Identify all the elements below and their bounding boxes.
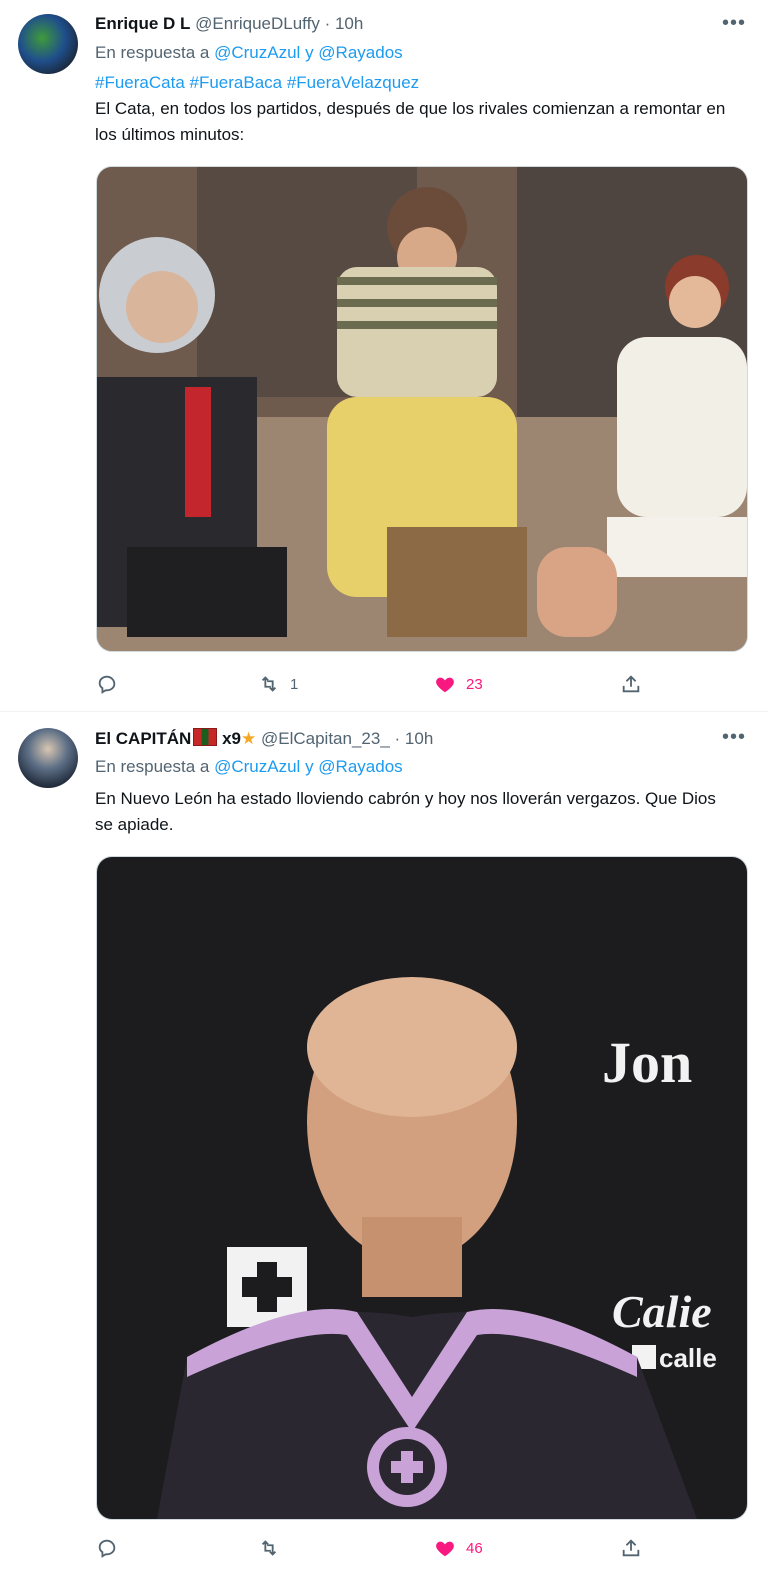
tweet-body: El Cata, en todos los partidos, después …	[95, 99, 726, 144]
reply-button[interactable]	[96, 670, 128, 698]
press-photo: Jon Calie calle	[97, 857, 747, 1519]
like-count: 46	[466, 1539, 483, 1557]
reply-prefix: En respuesta a	[95, 43, 210, 62]
tweet-body: En Nuevo León ha estado lloviendo cabrón…	[95, 789, 716, 834]
separator-dot: ·	[394, 729, 401, 748]
retweet-count: 1	[290, 675, 299, 693]
tweet-image[interactable]: Jon Calie calle	[96, 856, 748, 1520]
author-handle[interactable]: @ElCapitan_23_	[261, 729, 390, 748]
hashtag-links[interactable]: #FueraCata #FueraBaca #FueraVelazquez	[95, 70, 735, 96]
author-handle[interactable]: @EnriqueDLuffy	[195, 14, 320, 33]
tweet-1[interactable]: Enrique D L @EnriqueDLuffy · 10h ••• En …	[0, 0, 768, 712]
heart-icon	[436, 1541, 454, 1557]
sponsor-logo: calle	[659, 1343, 717, 1373]
retweet-icon	[261, 676, 277, 692]
like-count: 23	[466, 675, 483, 693]
avatar[interactable]	[18, 728, 78, 788]
reply-button[interactable]	[96, 1534, 128, 1562]
timestamp[interactable]: 10h	[335, 14, 363, 33]
tweet-text: #FueraCata #FueraBaca #FueraVelazquez El…	[95, 70, 735, 148]
avatar[interactable]	[18, 14, 78, 74]
tweet-actions: 46	[96, 1534, 656, 1562]
reply-context: En respuesta a @CruzAzul y @Rayados	[95, 43, 403, 63]
retweet-button[interactable]: 1	[258, 670, 298, 698]
mention-link[interactable]: @CruzAzul	[214, 757, 300, 776]
retweet-button[interactable]	[258, 1534, 290, 1562]
reply-icon	[98, 1539, 116, 1558]
mention-link[interactable]: @CruzAzul	[214, 43, 300, 62]
reply-prefix: En respuesta a	[95, 757, 210, 776]
like-button[interactable]: 46	[434, 1534, 483, 1562]
author-suffix: x9	[222, 729, 241, 748]
reply-joiner: y	[305, 757, 314, 776]
like-button[interactable]: 23	[434, 670, 483, 698]
tweet-2[interactable]: El CAPITÁN x9★ @ElCapitan_23_ · 10h ••• …	[0, 712, 768, 1572]
mention-link[interactable]: @Rayados	[318, 43, 402, 62]
tweet-header: Enrique D L @EnriqueDLuffy · 10h	[95, 14, 363, 38]
meme-image	[97, 167, 747, 651]
sponsor-logo: Calie	[612, 1286, 712, 1337]
share-button[interactable]	[620, 1534, 642, 1562]
sponsor-logo: Jon	[602, 1030, 692, 1095]
retweet-icon	[261, 1540, 277, 1556]
reply-icon	[98, 675, 116, 694]
share-icon	[622, 675, 640, 693]
separator-dot: ·	[324, 14, 331, 33]
timestamp[interactable]: 10h	[405, 729, 433, 748]
flag-icon	[193, 728, 218, 746]
share-icon	[622, 1539, 640, 1557]
tweet-image[interactable]	[96, 166, 748, 652]
author-name[interactable]: Enrique D L	[95, 14, 190, 33]
more-icon[interactable]: •••	[722, 12, 746, 35]
heart-icon	[436, 677, 454, 693]
reply-context: En respuesta a @CruzAzul y @Rayados	[95, 757, 403, 777]
tweet-header: El CAPITÁN x9★ @ElCapitan_23_ · 10h	[95, 728, 433, 752]
more-icon[interactable]: •••	[722, 726, 746, 749]
reply-joiner: y	[305, 43, 314, 62]
tweet-actions: 1 23	[96, 670, 656, 698]
share-button[interactable]	[620, 670, 642, 698]
star-icon: ★	[241, 729, 257, 748]
mention-link[interactable]: @Rayados	[318, 757, 402, 776]
author-name[interactable]: El CAPITÁN	[95, 729, 191, 748]
